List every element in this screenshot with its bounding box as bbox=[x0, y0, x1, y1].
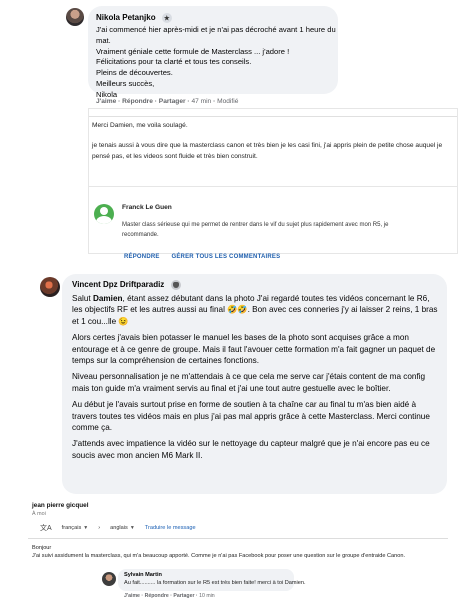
comment-time[interactable]: 10 min bbox=[199, 593, 215, 599]
text-span: , étant assez débutant dans la photo J'a… bbox=[72, 294, 438, 326]
comment-text: J'ai commencé hier après-midi et je n'ai… bbox=[96, 25, 336, 101]
text-span: Salut bbox=[72, 294, 93, 303]
message-greeting: Bonjour bbox=[32, 545, 52, 551]
badge-icon bbox=[170, 280, 181, 290]
source-language-select[interactable]: français ▼ bbox=[62, 525, 89, 531]
divider bbox=[88, 186, 458, 187]
comment-text: Au fait.......... la formation sur le R5… bbox=[124, 580, 306, 586]
manage-comments-link[interactable]: GÉRER TOUS LES COMMENTAIRES bbox=[171, 254, 280, 260]
reply-button[interactable]: RÉPONDRE bbox=[124, 254, 160, 260]
select-value: anglais bbox=[110, 525, 128, 531]
share-link[interactable]: Partager bbox=[173, 593, 194, 599]
comment-paragraph: Salut Damien, étant assez débutant dans … bbox=[72, 293, 442, 327]
comment-time: À moi bbox=[32, 511, 46, 517]
comment-line: Félicitations pour ta clarté et tous tes… bbox=[96, 57, 252, 67]
reply-links: RÉPONDRE GÉRER TOUS LES COMMENTAIRES bbox=[124, 254, 290, 260]
chevron-down-icon: ▼ bbox=[83, 525, 89, 531]
comment-line: Meilleurs succès, bbox=[96, 78, 155, 88]
comment-actions: J'aime · Répondre · Partager · 10 min bbox=[124, 593, 215, 599]
translate-link[interactable]: Traduire le message bbox=[145, 525, 196, 531]
reply-link[interactable]: Répondre bbox=[145, 593, 169, 599]
select-value: français bbox=[61, 525, 82, 531]
comment-author[interactable]: Vincent Dpz Driftparadiz bbox=[72, 280, 181, 290]
comment-paragraph: Au début je l'avais surtout prise en for… bbox=[72, 400, 430, 433]
sub-comment-text: Master class sérieuse qui me permet de r… bbox=[122, 222, 389, 238]
sub-comment-author[interactable]: Franck Le Guen bbox=[122, 204, 172, 211]
comment-author[interactable]: Nikola Petanjko bbox=[96, 13, 172, 23]
comment-paragraph: Niveau personnalisation je ne m'attendai… bbox=[72, 372, 426, 393]
sylvain-avatar[interactable] bbox=[102, 572, 116, 586]
like-link[interactable]: J'aime bbox=[124, 593, 140, 599]
reply-paragraph: je tenais aussi à vous dire que la maste… bbox=[92, 142, 443, 161]
comment-time[interactable]: 47 min bbox=[191, 98, 211, 105]
comment-actions: J'aime · Répondre · Partager · 47 min · … bbox=[96, 98, 239, 105]
top-fan-badge-icon bbox=[161, 13, 172, 23]
message-body: J'ai suivi assidument la masterclass, qu… bbox=[32, 553, 406, 560]
mention-damien[interactable]: Damien bbox=[93, 294, 123, 303]
target-language-select[interactable]: anglais ▼ bbox=[110, 525, 135, 531]
translate-icon: 文A bbox=[40, 525, 52, 532]
divider bbox=[28, 538, 448, 539]
franck-avatar[interactable] bbox=[94, 204, 114, 224]
translate-bar: 文A français ▼ › anglais ▼ Traduire le mess… bbox=[40, 522, 196, 534]
edited-label: Modifié bbox=[217, 98, 239, 105]
message-text: Bonjour J'ai suivi assidument la masterc… bbox=[32, 544, 452, 561]
comment-author-name[interactable]: Vincent Dpz Driftparadiz bbox=[72, 280, 164, 289]
comment-text: Salut Damien, étant assez débutant dans … bbox=[72, 293, 442, 466]
vincent-avatar[interactable] bbox=[40, 277, 60, 297]
like-link[interactable]: J'aime bbox=[96, 98, 116, 105]
comment-author[interactable]: jean pierre gicquel bbox=[32, 502, 88, 509]
reply-line: Merci Damien, me voila soulagé. bbox=[92, 122, 188, 129]
comment-paragraph: Alors certes j'avais bien potasser le ma… bbox=[72, 333, 436, 366]
comment-line: Pleins de découvertes. bbox=[96, 68, 173, 78]
comment-paragraph: J'attends avec impatience la vidéo sur l… bbox=[72, 439, 430, 460]
comment-author-name[interactable]: Nikola Petanjko bbox=[96, 13, 156, 22]
reply-link[interactable]: Répondre bbox=[122, 98, 153, 105]
chevron-down-icon: ▼ bbox=[129, 525, 135, 531]
share-link[interactable]: Partager bbox=[159, 98, 186, 105]
comment-line: Vraiment géniale cette formule de Master… bbox=[96, 46, 290, 56]
arrow-icon: › bbox=[98, 525, 101, 531]
comment-line: J'ai commencé hier après-midi et je n'ai… bbox=[96, 25, 336, 45]
nikola-avatar[interactable] bbox=[66, 8, 84, 26]
comment-author[interactable]: Sylvain Martin bbox=[124, 572, 162, 578]
